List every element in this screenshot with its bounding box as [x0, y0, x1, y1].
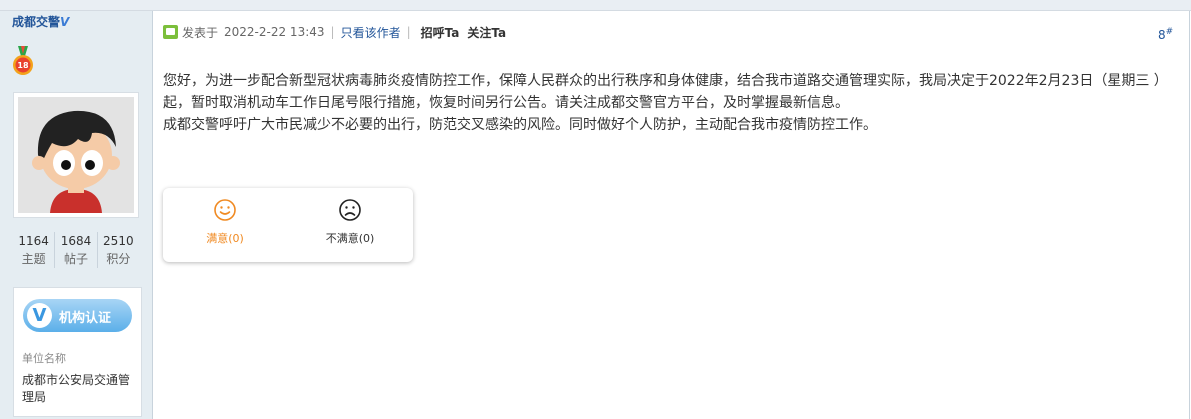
- verified-v-icon: V: [60, 15, 70, 29]
- stat-points-value: 2510: [103, 234, 134, 248]
- unsatisfied-label: 不满意(0): [325, 232, 375, 245]
- org-certification-box: V 机构认证 单位名称 成都市公安局交通管理局: [13, 287, 142, 417]
- smile-icon: [214, 199, 236, 221]
- frown-icon: [339, 199, 361, 221]
- author-name: 成都交警: [12, 15, 61, 29]
- org-certification-badge: V 机构认证: [23, 299, 132, 332]
- verified-v-circle-icon: V: [27, 303, 52, 328]
- avatar: [18, 97, 134, 213]
- stat-topics-label: 主题: [21, 252, 46, 266]
- stat-topics-value: 1164: [18, 234, 49, 248]
- org-unit-label: 单位名称: [22, 352, 66, 365]
- only-author-link[interactable]: 只看该作者: [341, 24, 401, 41]
- satisfied-label: 满意(0): [206, 232, 244, 245]
- greet-link[interactable]: 招呼Ta: [421, 24, 460, 41]
- stat-posts-label: 帖子: [63, 252, 88, 266]
- post-header: 发表于 2022-2-22 13:43 | 只看该作者 | 招呼Ta 关注Ta: [163, 23, 506, 41]
- medal-number: 18: [17, 61, 29, 70]
- unsatisfied-button[interactable]: 不满意(0): [295, 198, 405, 246]
- org-unit-name: 成都市公安局交通管理局: [22, 373, 131, 404]
- level-medal-icon: 18: [13, 46, 33, 75]
- header-separator: |: [406, 25, 411, 39]
- floor-number: 8: [1158, 28, 1166, 42]
- page: 成都交警V 18 1164 主题 1684 帖子 2510 积分 V 机构认证 …: [0, 0, 1191, 419]
- author-name-link[interactable]: 成都交警V: [12, 13, 69, 30]
- posted-prefix: 发表于: [182, 25, 219, 40]
- author-stats: 1164 主题 1684 帖子 2510 积分: [13, 232, 139, 268]
- stat-points-label: 积分: [106, 252, 131, 266]
- post-right-border: [1189, 11, 1190, 419]
- stat-topics[interactable]: 1164 主题: [13, 232, 54, 268]
- floor-number-link[interactable]: 8#: [1158, 27, 1173, 42]
- post-content: 您好，为进一步配合新型冠状病毒肺炎疫情防控工作，保障人民群众的出行秩序和身体健康…: [163, 70, 1183, 136]
- satisfied-button[interactable]: 满意(0): [170, 198, 280, 246]
- stat-points[interactable]: 2510 积分: [96, 232, 139, 268]
- follow-link[interactable]: 关注Ta: [467, 24, 506, 41]
- post-paragraph: 您好，为进一步配合新型冠状病毒肺炎疫情防控工作，保障人民群众的出行秩序和身体健康…: [163, 73, 1168, 111]
- header-separator: |: [330, 25, 335, 39]
- org-certification-text: 机构认证: [59, 311, 112, 326]
- top-divider: [0, 0, 1191, 11]
- posted-time: 2022-2-22 13:43: [224, 25, 325, 39]
- post-icon: [163, 25, 178, 39]
- rating-box: 满意(0) 不满意(0): [163, 188, 413, 262]
- stat-posts-value: 1684: [60, 234, 92, 248]
- floor-suffix: #: [1165, 27, 1174, 37]
- avatar-frame[interactable]: [13, 92, 139, 218]
- post-paragraph: 成都交警呼吁广大市民减少不必要的出行，防范交叉感染的风险。同时做好个人防护，主动…: [163, 117, 877, 133]
- stat-posts[interactable]: 1684 帖子: [54, 232, 96, 268]
